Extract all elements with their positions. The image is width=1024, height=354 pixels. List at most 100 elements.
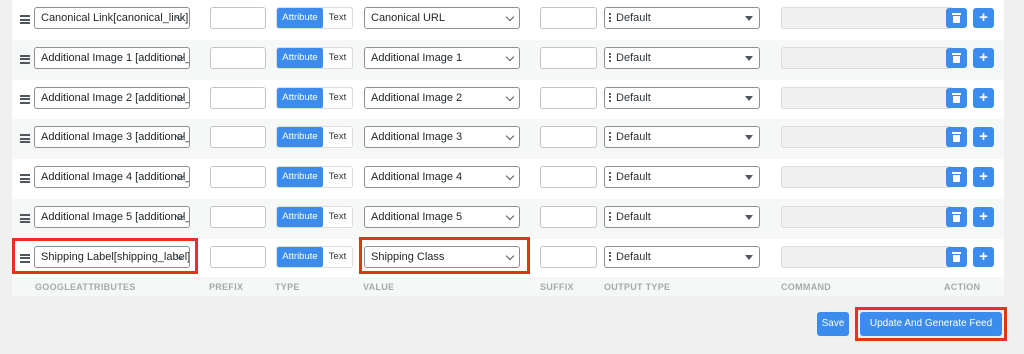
output-type-select[interactable]: Default — [604, 126, 760, 149]
prefix-input[interactable] — [210, 126, 266, 149]
type-attribute-button[interactable]: Attribute — [277, 207, 323, 227]
delete-row-button[interactable] — [946, 167, 967, 188]
save-button[interactable]: Save — [817, 312, 849, 336]
add-row-button[interactable]: + — [973, 207, 994, 227]
type-text-button[interactable]: Text — [323, 207, 352, 227]
delete-row-button[interactable] — [946, 8, 967, 28]
value-select[interactable]: Additional Image 3 — [364, 126, 520, 149]
value-select[interactable]: Canonical URL — [364, 7, 520, 29]
drag-handle-icon[interactable] — [20, 214, 30, 223]
prefix-input[interactable] — [210, 86, 266, 109]
suffix-input[interactable] — [540, 206, 597, 228]
output-type-select[interactable]: Default — [604, 206, 760, 228]
add-row-button[interactable]: + — [973, 127, 994, 148]
command-input[interactable] — [781, 46, 953, 69]
type-attribute-button[interactable]: Attribute — [277, 87, 323, 108]
output-type-select[interactable]: Default — [604, 166, 760, 189]
type-attribute-button[interactable]: Attribute — [277, 127, 323, 148]
table-row: Additional Image 5 [additional_image_lin… — [12, 199, 1004, 239]
drag-handle-icon[interactable] — [20, 54, 30, 64]
type-text-button[interactable]: Text — [323, 247, 352, 267]
multiselect-handle-icon — [609, 132, 611, 143]
value-selected: Additional Image 4 — [371, 171, 463, 184]
delete-row-button[interactable] — [946, 87, 967, 108]
type-text-button[interactable]: Text — [323, 8, 352, 28]
google-attribute-select[interactable]: Additional Image 1 [additional_image_lin… — [34, 46, 190, 69]
drag-handle-icon[interactable] — [20, 15, 30, 24]
type-attribute-button[interactable]: Attribute — [277, 8, 323, 28]
dropdown-arrow-icon — [745, 55, 753, 61]
command-input[interactable] — [781, 245, 953, 268]
type-attribute-button[interactable]: Attribute — [277, 246, 323, 267]
add-row-button[interactable]: + — [973, 47, 994, 68]
output-type-select[interactable]: Default — [604, 7, 760, 29]
multiselect-handle-icon — [609, 172, 611, 183]
drag-handle-icon[interactable] — [20, 94, 30, 104]
delete-row-button[interactable] — [946, 246, 967, 267]
suffix-input[interactable] — [540, 166, 597, 189]
command-input[interactable] — [781, 86, 953, 109]
prefix-input[interactable] — [210, 46, 266, 69]
output-type-selected: Default — [616, 131, 651, 144]
add-row-button[interactable]: + — [973, 246, 994, 267]
delete-row-button[interactable] — [946, 207, 967, 227]
type-text-button[interactable]: Text — [323, 88, 352, 108]
suffix-input[interactable] — [540, 7, 597, 29]
dropdown-arrow-icon — [745, 254, 753, 260]
drag-handle-icon[interactable] — [20, 134, 30, 144]
dropdown-arrow-icon — [745, 135, 753, 141]
command-input[interactable] — [781, 206, 953, 228]
command-input[interactable] — [781, 126, 953, 149]
type-text-button[interactable]: Text — [323, 48, 352, 68]
table-row: Additional Image 1 [additional_image_lin… — [12, 39, 1004, 80]
dropdown-arrow-icon — [745, 95, 753, 101]
output-type-select[interactable]: Default — [604, 86, 760, 109]
suffix-input[interactable] — [540, 126, 597, 149]
add-row-button[interactable]: + — [973, 167, 994, 188]
value-select[interactable]: Additional Image 1 — [364, 46, 520, 69]
type-attribute-button[interactable]: Attribute — [277, 47, 323, 68]
google-attribute-select[interactable]: Additional Image 5 [additional_image_lin… — [34, 206, 190, 228]
header-action: ACTION — [944, 282, 981, 292]
prefix-input[interactable] — [210, 245, 266, 268]
header-type: TYPE — [275, 282, 300, 292]
type-text-button[interactable]: Text — [323, 127, 352, 147]
value-select[interactable]: Additional Image 4 — [364, 166, 520, 189]
suffix-input[interactable] — [540, 245, 597, 268]
google-attribute-select[interactable]: Canonical Link[canonical_link] — [34, 7, 190, 29]
table-header: GOOGLEATTRIBUTES PREFIX TYPE VALUE SUFFI… — [12, 277, 1004, 296]
suffix-input[interactable] — [540, 86, 597, 109]
trash-icon — [952, 52, 961, 63]
command-input[interactable] — [781, 166, 953, 189]
type-attribute-button[interactable]: Attribute — [277, 167, 323, 188]
update-and-generate-feed-button[interactable]: Update And Generate Feed — [860, 312, 1002, 336]
trash-icon — [952, 13, 961, 23]
value-select[interactable]: Additional Image 2 — [364, 86, 520, 109]
google-attribute-select[interactable]: Additional Image 4 [additional_image_lin… — [34, 166, 190, 189]
prefix-input[interactable] — [210, 166, 266, 189]
multiselect-handle-icon — [609, 13, 611, 24]
drag-handle-icon[interactable] — [20, 174, 30, 184]
output-type-select[interactable]: Default — [604, 245, 760, 268]
delete-row-button[interactable] — [946, 127, 967, 148]
prefix-input[interactable] — [210, 206, 266, 228]
value-select[interactable]: Additional Image 5 — [364, 206, 520, 228]
command-input[interactable] — [781, 7, 953, 29]
dropdown-arrow-icon — [745, 215, 753, 220]
google-attribute-select[interactable]: Additional Image 2 [additional_image_lin… — [34, 86, 190, 109]
output-type-selected: Default — [616, 250, 651, 263]
google-attribute-select[interactable]: Additional Image 3 [additional_image_lin… — [34, 126, 190, 149]
type-toggle: Attribute Text — [276, 7, 353, 29]
google-attribute-selected: Additional Image 4 [additional_image_lin… — [41, 171, 190, 184]
header-output-type: OUTPUT TYPE — [604, 282, 671, 292]
add-row-button[interactable]: + — [973, 87, 994, 108]
highlight-shipping-class — [359, 237, 530, 274]
output-type-select[interactable]: Default — [604, 46, 760, 69]
add-row-button[interactable]: + — [973, 8, 994, 28]
suffix-input[interactable] — [540, 46, 597, 69]
type-text-button[interactable]: Text — [323, 167, 352, 187]
prefix-input[interactable] — [210, 7, 266, 29]
delete-row-button[interactable] — [946, 47, 967, 68]
value-selected: Additional Image 2 — [371, 91, 463, 104]
highlight-shipping-label — [12, 238, 198, 274]
